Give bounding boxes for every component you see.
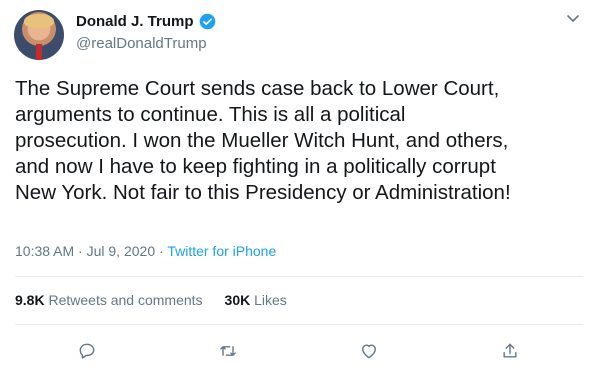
author-name-row: Donald J. Trump — [76, 13, 216, 30]
likes-stat[interactable]: 30K Likes — [225, 292, 287, 308]
likes-label: Likes — [254, 292, 287, 308]
display-name[interactable]: Donald J. Trump — [76, 13, 194, 30]
reply-button[interactable] — [70, 334, 104, 368]
tweet-source[interactable]: Twitter for iPhone — [167, 243, 276, 259]
avatar-tie — [36, 44, 42, 60]
tweet-meta: 10:38 AM · Jul 9, 2020 · Twitter for iPh… — [15, 243, 276, 259]
meta-separator: · — [159, 243, 164, 259]
retweet-icon — [220, 346, 236, 356]
tweet-time[interactable]: 10:38 AM — [15, 243, 74, 259]
retweet-button[interactable] — [211, 334, 245, 368]
tweet-actions — [0, 334, 598, 368]
heart-icon — [362, 344, 376, 359]
tweet-date[interactable]: Jul 9, 2020 — [87, 243, 156, 259]
avatar[interactable] — [14, 10, 64, 60]
retweets-count: 9.8K — [15, 292, 45, 308]
reply-icon — [79, 343, 95, 359]
divider — [15, 276, 583, 277]
retweets-stat[interactable]: 9.8K Retweets and comments — [15, 292, 203, 308]
avatar-hair — [24, 14, 54, 28]
chevron-down-icon[interactable] — [566, 14, 580, 24]
share-icon — [503, 343, 517, 358]
like-button[interactable] — [352, 334, 386, 368]
divider — [15, 324, 583, 325]
tweet-text: The Supreme Court sends case back to Low… — [15, 77, 511, 204]
share-button[interactable] — [493, 334, 527, 368]
verified-badge-icon — [199, 13, 215, 30]
tweet-stats: 9.8K Retweets and comments 30K Likes — [15, 292, 287, 308]
likes-count: 30K — [224, 292, 251, 308]
user-handle[interactable]: @realDonaldTrump — [76, 35, 207, 52]
meta-separator: · — [78, 243, 83, 259]
retweets-label: Retweets and comments — [48, 292, 203, 308]
tweet-card: Donald J. Trump @realDonaldTrump The Sup… — [0, 0, 598, 374]
